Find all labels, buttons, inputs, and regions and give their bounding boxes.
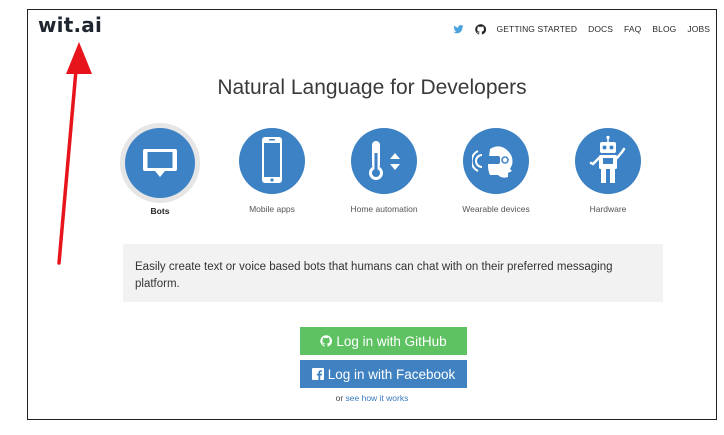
nav-faq[interactable]: FAQ [624,24,641,34]
use-case-label: Bots [150,206,170,216]
login-facebook-button[interactable]: Log in with Facebook [300,360,467,388]
use-case-label: Mobile apps [249,204,295,214]
twitter-icon[interactable] [453,24,464,35]
thermostat-icon [369,141,400,180]
github-icon [320,335,333,347]
nav-jobs[interactable]: JOBS [687,24,710,34]
use-case-selector: Bots Mobile apps Home automation Wearabl… [28,128,718,238]
smartphone-icon [262,137,282,183]
see-how-it-works-link[interactable]: see how it works [346,393,409,403]
github-icon[interactable] [474,23,486,35]
robot-icon [589,135,626,183]
login-facebook-label: Log in with Facebook [327,366,456,382]
use-case-description: Easily create text or voice based bots t… [123,244,663,302]
hint-prefix: or [335,393,346,403]
chat-bubble-icon [143,149,177,177]
use-case-label: Wearable devices [462,204,530,214]
use-case-label: Hardware [589,204,627,214]
login-github-button[interactable]: Log in with GitHub [300,327,467,355]
use-case-bots[interactable]: Bots [115,128,205,216]
use-case-wearable-devices[interactable]: Wearable devices [451,128,541,214]
nav-getting-started[interactable]: GETTING STARTED [497,24,578,34]
facebook-icon [311,368,324,380]
use-case-home-automation[interactable]: Home automation [339,128,429,214]
nav-blog[interactable]: BLOG [652,24,676,34]
login-github-label: Log in with GitHub [336,333,447,349]
how-it-works-hint: or see how it works [28,393,716,403]
page-headline: Natural Language for Developers [217,76,527,99]
use-case-hardware[interactable]: Hardware [563,128,653,214]
use-case-mobile-apps[interactable]: Mobile apps [227,128,317,214]
top-nav: GETTING STARTED DOCS FAQ BLOG JOBS [453,22,710,36]
nav-docs[interactable]: DOCS [588,24,613,34]
wit-ai-logo[interactable]: wit.ai [38,13,102,37]
browser-page: wit.ai GETTING STARTED DOCS FAQ BLOG JOB… [27,9,717,420]
use-case-label: Home automation [350,204,418,214]
wearable-headset-icon [472,146,513,178]
